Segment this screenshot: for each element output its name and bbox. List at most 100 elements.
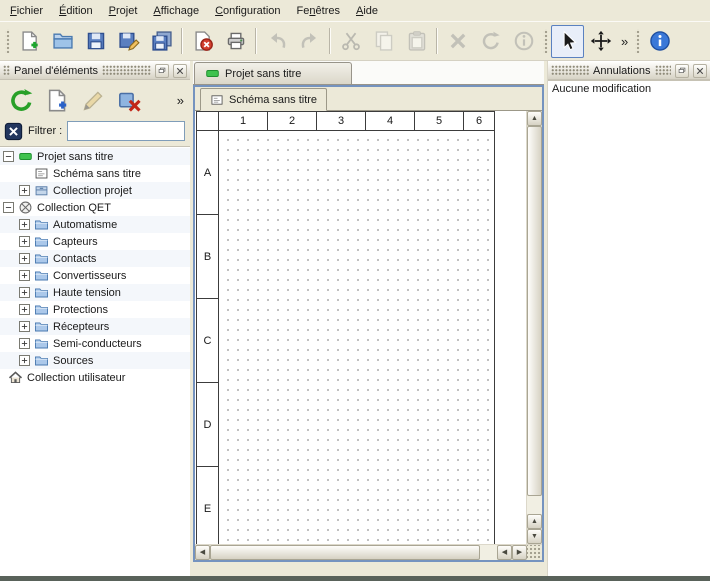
tree-item-convertisseurs[interactable]: Convertisseurs (0, 267, 190, 284)
tree-item-schema[interactable]: Schéma sans titre (0, 165, 190, 182)
delete-element-button[interactable] (111, 82, 147, 118)
scroll-left-button[interactable]: ◀ (195, 545, 210, 560)
scroll-up-button-bottom[interactable]: ▲ (527, 514, 542, 529)
menu-fenetres[interactable]: Fenêtres (289, 0, 348, 21)
select-tool-button[interactable] (551, 25, 584, 58)
expand-expander-icon[interactable] (19, 253, 30, 264)
tree-item-collection-projet[interactable]: Collection projet (0, 182, 190, 199)
vertical-scrollbar[interactable]: ▲ ▲ ▼ (526, 111, 542, 544)
expand-expander-icon[interactable] (19, 270, 30, 281)
about-button[interactable] (643, 25, 676, 58)
tree-item-collection-utilisateur[interactable]: Collection utilisateur (0, 369, 190, 386)
tree-item-semi-conducteurs[interactable]: Semi-conducteurs (0, 335, 190, 352)
tree-item-label: Semi-conducteurs (53, 338, 142, 350)
project-tab-label: Projet sans titre (225, 68, 301, 80)
new-element-button[interactable] (39, 82, 75, 118)
up-arrow-icon: ▲ (531, 518, 538, 525)
elements-panel-titlebar: Panel d'éléments (0, 61, 190, 80)
toolbar-separator (436, 28, 438, 54)
tree-item-project[interactable]: Projet sans titre (0, 148, 190, 165)
scroll-up-button[interactable]: ▲ (527, 111, 542, 126)
dock-grip-handle[interactable] (551, 65, 589, 76)
tab-schema-sans-titre[interactable]: Schéma sans titre (200, 88, 327, 111)
row-label: E (197, 467, 218, 544)
elements-tree: Projet sans titre Schéma sans titre Coll… (0, 146, 190, 578)
scroll-track[interactable] (480, 545, 497, 560)
move-tool-button[interactable] (584, 25, 617, 58)
float-panel-button[interactable] (675, 64, 689, 78)
tree-item-sources[interactable]: Sources (0, 352, 190, 369)
new-project-button[interactable] (13, 25, 46, 58)
float-window-icon (157, 66, 167, 76)
float-panel-button[interactable] (155, 64, 169, 78)
expand-expander-icon[interactable] (19, 321, 30, 332)
reload-collections-button[interactable] (3, 82, 39, 118)
window-bottom-edge (0, 576, 710, 581)
expand-expander-icon[interactable] (19, 355, 30, 366)
copy-button (367, 25, 400, 58)
expand-expander-icon[interactable] (19, 236, 30, 247)
expand-expander-icon[interactable] (19, 287, 30, 298)
menu-projet[interactable]: Projet (101, 0, 146, 21)
floppy-pencil-icon (118, 30, 140, 52)
undo-history-list: Aucune modification (548, 80, 710, 578)
dock-grip-handle[interactable] (102, 65, 151, 76)
menu-configuration[interactable]: Configuration (207, 0, 288, 21)
save-button[interactable] (79, 25, 112, 58)
expand-expander-icon[interactable] (19, 338, 30, 349)
toolbar-grip[interactable] (5, 29, 10, 53)
horizontal-scroll-thumb[interactable] (210, 545, 480, 560)
close-project-button[interactable] (186, 25, 219, 58)
tree-item-protections[interactable]: Protections (0, 301, 190, 318)
close-panel-button[interactable] (693, 64, 707, 78)
expand-expander-icon[interactable] (19, 219, 30, 230)
horizontal-scrollbar[interactable]: ◀ ◀ ▶ (195, 545, 527, 560)
menu-bar: Fichier Édition Projet Affichage Configu… (0, 0, 710, 21)
scroll-down-button[interactable]: ▼ (527, 529, 542, 544)
expand-expander-icon[interactable] (19, 304, 30, 315)
undo-history-item[interactable]: Aucune modification (548, 81, 710, 97)
menu-aide[interactable]: Aide (348, 0, 386, 21)
clear-filter-button[interactable] (4, 122, 23, 141)
print-button[interactable] (219, 25, 252, 58)
vertical-scroll-thumb[interactable] (527, 126, 542, 496)
folder-icon (34, 217, 49, 232)
resize-grip[interactable] (527, 545, 542, 560)
undo-panel-title: Annulations (593, 65, 651, 77)
menu-fichier[interactable]: Fichier (2, 0, 51, 21)
dock-grip-handle[interactable] (655, 65, 672, 76)
paper-body: A B C D E (197, 131, 494, 544)
close-panel-button[interactable] (173, 64, 187, 78)
folder-icon (34, 234, 49, 249)
toolbar-grip[interactable] (543, 29, 548, 53)
scroll-left-button-right[interactable]: ◀ (497, 545, 512, 560)
collapse-expander-icon[interactable] (3, 151, 14, 162)
clear-filter-icon (4, 122, 23, 141)
tree-item-automatisme[interactable]: Automatisme (0, 216, 190, 233)
toolbar-grip[interactable] (635, 29, 640, 53)
tree-item-recepteurs[interactable]: Récepteurs (0, 318, 190, 335)
filter-input[interactable] (67, 121, 185, 141)
expand-expander-icon[interactable] (19, 185, 30, 196)
tree-item-haute-tension[interactable]: Haute tension (0, 284, 190, 301)
dock-grip-handle[interactable] (3, 65, 10, 76)
schematic-canvas[interactable] (219, 131, 494, 544)
delete-element-icon (117, 88, 142, 113)
collapse-expander-icon[interactable] (3, 202, 14, 213)
scroll-track[interactable] (527, 496, 542, 514)
save-all-button[interactable] (145, 25, 178, 58)
tree-item-contacts[interactable]: Contacts (0, 250, 190, 267)
diagram-view[interactable]: 1 2 3 4 5 6 A B C (195, 111, 526, 544)
open-project-button[interactable] (46, 25, 79, 58)
tab-projet-sans-titre[interactable]: Projet sans titre (194, 62, 352, 84)
tree-item-capteurs[interactable]: Capteurs (0, 233, 190, 250)
panel-overflow-button[interactable]: » (177, 93, 187, 108)
save-as-button[interactable] (112, 25, 145, 58)
menu-edition[interactable]: Édition (51, 0, 101, 21)
cut-button (334, 25, 367, 58)
drawer-icon (34, 183, 49, 198)
toolbar-overflow-button[interactable]: » (617, 34, 632, 49)
tree-item-collection-qet[interactable]: Collection QET (0, 199, 190, 216)
scroll-right-button[interactable]: ▶ (512, 545, 527, 560)
menu-affichage[interactable]: Affichage (145, 0, 207, 21)
